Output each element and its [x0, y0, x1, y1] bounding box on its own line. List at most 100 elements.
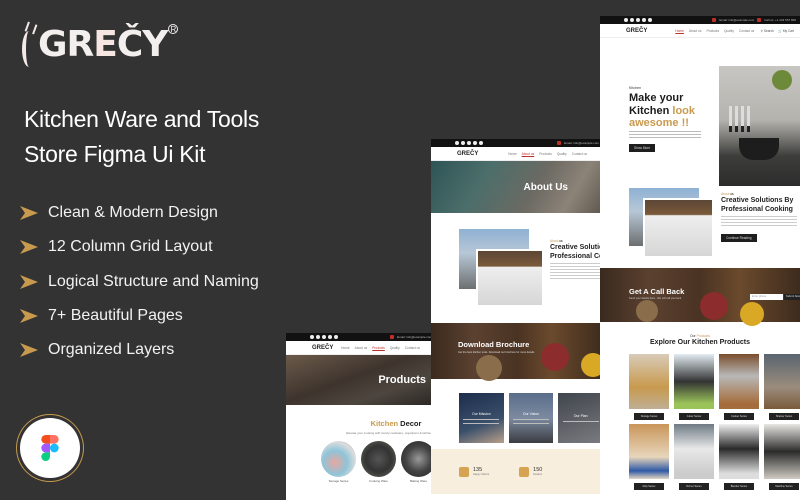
mockup-products-page: Email: info@example.com GREČY Home About…: [286, 333, 436, 500]
nav-quality[interactable]: Quality: [724, 29, 734, 33]
social-icons: [310, 335, 338, 339]
users-icon: [459, 466, 469, 477]
product-card[interactable]: Juicer Series: [674, 354, 714, 420]
home-hero: Kitchen Make your Kitchen look awesome !…: [600, 38, 800, 186]
products-heading: Explore Our Kitchen Products: [650, 339, 750, 346]
search-button[interactable]: ⚲ Search: [761, 29, 774, 33]
callback-submit-button[interactable]: Submit Now: [784, 294, 800, 300]
brochure-banner: Download Brochure Get the best kitchen t…: [431, 323, 603, 381]
feature-item: 7+ Beautiful Pages: [20, 299, 259, 333]
stats-bar: 135 Happy Clients 150 Dealers: [431, 449, 603, 494]
nav-about[interactable]: About us: [355, 346, 368, 350]
products-kicker: Our Products: [690, 334, 710, 338]
fork-icon: [22, 21, 38, 67]
mock-topbar: Email: info@example.com: [286, 333, 436, 341]
mock-logo: GREČY: [457, 150, 479, 157]
nav-home[interactable]: Home: [675, 29, 684, 33]
product-card[interactable]: Blender Series: [719, 424, 759, 490]
kitchen-knives-image: [476, 249, 544, 307]
callback-title: Get A Call Back: [629, 287, 685, 296]
mock-logo: GREČY: [312, 344, 334, 351]
kitchen-knives-image: [643, 198, 714, 258]
feature-item: Organized Layers: [20, 333, 259, 367]
nav-products[interactable]: Products: [539, 152, 552, 156]
product-grid: Storage Series Juicer Series Cooker Seri…: [600, 354, 800, 490]
mail-icon: [712, 18, 717, 22]
product-card[interactable]: Dinner Series: [674, 424, 714, 490]
about-heading: Creative Solutions ByProfessional Cookin…: [550, 244, 603, 260]
cart-button[interactable]: 🛒 My Cart: [778, 29, 794, 33]
hero-heading: Make your Kitchen look awesome !!: [629, 92, 696, 129]
category-image[interactable]: [361, 441, 396, 477]
brochure-title: Download Brochure: [458, 340, 530, 349]
phone-icon: [757, 18, 762, 22]
nav-home[interactable]: Home: [508, 152, 517, 156]
social-icons: [624, 18, 652, 22]
nav-quality[interactable]: Quality: [557, 152, 567, 156]
mock-logo: GREČY: [626, 27, 648, 34]
hero-kicker: Kitchen: [629, 86, 641, 90]
logo-wordmark: GREČY: [38, 23, 168, 65]
continue-reading-button[interactable]: Continue Reading: [721, 234, 757, 242]
nav-about[interactable]: About us: [522, 152, 535, 156]
handshake-icon: [519, 466, 530, 477]
home-about-section: About us Creative Solutions By Profession…: [600, 168, 800, 268]
stat-happy-clients: 135 Happy Clients: [459, 466, 489, 477]
show-more-button[interactable]: Show More: [629, 144, 656, 152]
nav-contact[interactable]: Contact us: [405, 346, 420, 350]
callback-phone-input[interactable]: Enter phone: [750, 294, 783, 300]
arrow-right-icon: [20, 343, 38, 358]
brochure-subtitle: Get the best kitchen tools. Download our…: [458, 351, 535, 354]
product-card[interactable]: Cooker Series: [719, 354, 759, 420]
products-hero-title: Products: [378, 374, 426, 386]
mock-topbar: Email: info@example.com Call us: +1 234 …: [600, 16, 800, 24]
arrow-right-icon: [20, 274, 38, 289]
feature-item: Clean & Modern Design: [20, 196, 259, 230]
mockup-about-page: Email: info@example.com GREČY Home About…: [431, 139, 603, 500]
nav-products[interactable]: Products: [372, 346, 385, 350]
about-section: About us Creative Solutions ByProfession…: [431, 213, 603, 323]
mock-navbar: GREČY Home About us Products Quality Con…: [286, 341, 436, 355]
feature-item: Logical Structure and Naming: [20, 265, 259, 299]
feature-item: 12 Column Grid Layout: [20, 230, 259, 264]
about-hero: About Us: [431, 161, 603, 213]
product-card[interactable]: Strainer Series: [764, 354, 800, 420]
vision-card[interactable]: Our Vision: [508, 393, 554, 443]
mock-navbar: GREČY Home About us Products Quality Con…: [431, 147, 603, 161]
brand-logo: GREČY R: [22, 18, 179, 70]
arrow-right-icon: [20, 240, 38, 255]
stat-dealers: 150 Dealers: [519, 466, 542, 477]
category-image[interactable]: [321, 441, 356, 477]
nav-contact[interactable]: Contact us: [739, 29, 754, 33]
mail-icon: [557, 141, 562, 145]
product-card[interactable]: Machine Series: [764, 424, 800, 490]
nav-contact[interactable]: Contact us: [572, 152, 587, 156]
about-hero-title: About Us: [523, 181, 568, 193]
product-card[interactable]: Mop Series: [629, 424, 669, 490]
product-card[interactable]: Storage Series: [629, 354, 669, 420]
mission-card[interactable]: Our Mission: [459, 393, 504, 443]
mock-topbar: Email: info@example.com: [431, 139, 603, 147]
figma-badge: [0, 418, 100, 500]
callback-subtitle: Send your details here - We will call yo…: [629, 297, 682, 300]
mail-icon: [390, 335, 395, 339]
category-label: Storage Series: [328, 479, 349, 483]
headline: Kitchen Ware and Tools Store Figma Ui Ki…: [24, 102, 259, 172]
nav-products[interactable]: Products: [706, 29, 719, 33]
arrow-right-icon: [20, 309, 38, 324]
about-heading: Creative Solutions ByProfessional Cookin…: [721, 197, 794, 213]
nav-quality[interactable]: Quality: [390, 346, 400, 350]
headline-line-1: Kitchen Ware and Tools: [24, 106, 260, 132]
social-icons: [455, 141, 483, 145]
nav-home[interactable]: Home: [341, 346, 350, 350]
promo-banner: GREČY R Kitchen Ware and Tools Store Fig…: [0, 0, 800, 500]
registered-icon: R: [168, 24, 179, 34]
plan-card[interactable]: Our Plan: [558, 393, 603, 443]
mock-navbar: GREČY Home About us Products Quality Con…: [600, 24, 800, 38]
figma-icon: [41, 435, 59, 461]
arrow-right-icon: [20, 206, 38, 221]
nav-about[interactable]: About us: [689, 29, 702, 33]
callback-banner: Get A Call Back Send your details here -…: [600, 268, 800, 326]
kitchen-decor-subtitle: Elevate your cooking with trendy cookwar…: [346, 431, 432, 435]
products-hero: Products: [286, 355, 436, 405]
